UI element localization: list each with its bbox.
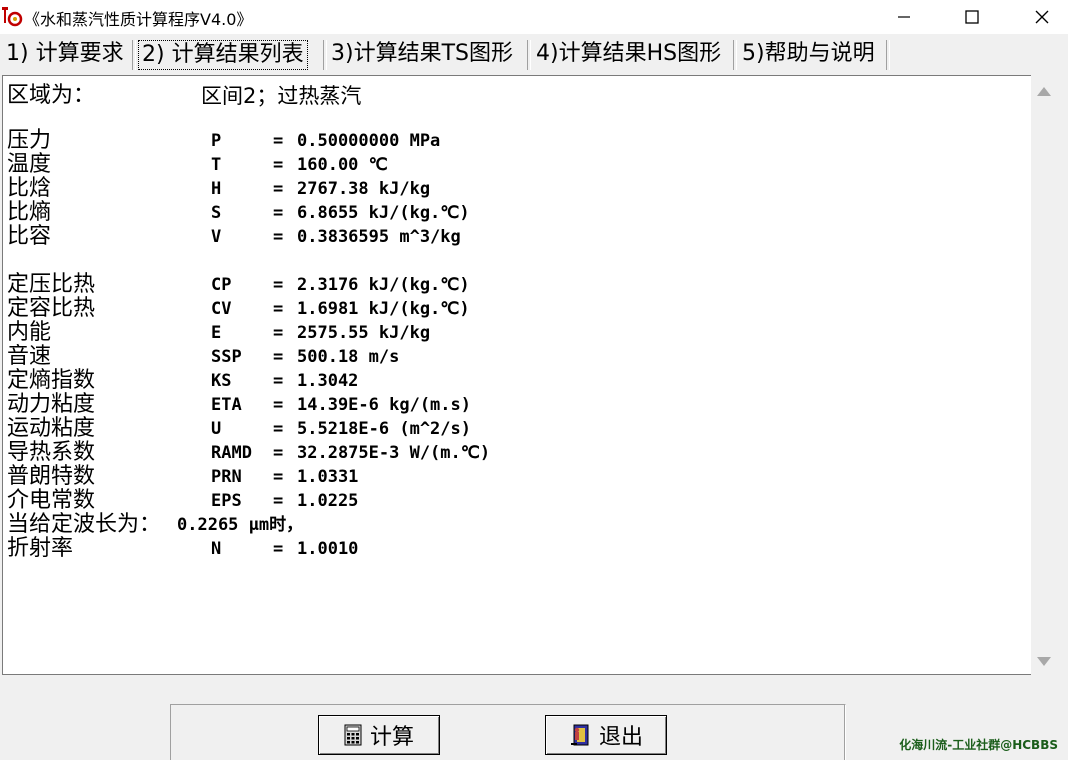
- row-equals: =: [273, 131, 284, 151]
- row-value: 160.00 ℃: [297, 155, 388, 175]
- row-value: 2.3176 kJ/(kg.℃): [297, 275, 470, 295]
- scroll-up-icon[interactable]: [1037, 87, 1051, 96]
- window-title: 《水和蒸汽性质计算程序V4.0》: [24, 10, 253, 29]
- row-equals: =: [273, 155, 284, 175]
- row-symbol: P: [211, 131, 222, 151]
- row-value: 1.6981 kJ/(kg.℃): [297, 299, 470, 319]
- calculate-button[interactable]: 计算: [318, 715, 440, 755]
- row-label: 定压比热: [7, 272, 96, 297]
- exit-button-label: 退出: [598, 725, 643, 750]
- app-logo-icon: [2, 7, 23, 27]
- row-symbol: ETA: [211, 395, 242, 415]
- row-equals: =: [273, 347, 284, 367]
- row-value: 1.3042: [297, 371, 359, 391]
- tab-strip: 1) 计算要求 2) 计算结果列表 3)计算结果TS图形 4)计算结果HS图形 …: [0, 38, 1068, 72]
- close-icon: [1035, 10, 1049, 24]
- row-equals: =: [273, 323, 284, 343]
- row-symbol: V: [211, 227, 222, 247]
- tab-separator: [733, 40, 737, 70]
- row-equals: =: [273, 275, 284, 295]
- row-label: 音速: [7, 344, 52, 369]
- row-equals: =: [273, 467, 284, 487]
- minimize-icon: [898, 16, 910, 18]
- tab-separator: [527, 40, 531, 70]
- row-label: 定容比热: [7, 296, 96, 321]
- row-value: 1.0225: [297, 491, 359, 511]
- row-label: 定熵指数: [7, 368, 96, 393]
- row-equals: =: [273, 443, 284, 463]
- row-value: 2575.55 kJ/kg: [297, 323, 431, 343]
- row-value: 2767.38 kJ/kg: [297, 179, 431, 199]
- row-symbol: U: [211, 419, 222, 439]
- row-value: 5.5218E-6 (m^2/s): [297, 419, 471, 439]
- minimize-button[interactable]: [878, 0, 930, 34]
- row-equals: =: [273, 299, 284, 319]
- row-symbol: PRN: [211, 467, 242, 487]
- tab-help[interactable]: 5)帮助与说明: [738, 38, 879, 70]
- row-symbol: S: [211, 203, 222, 223]
- tab-result-list[interactable]: 2) 计算结果列表: [138, 40, 308, 70]
- row-label: 普朗特数: [7, 464, 96, 489]
- wavelength-value: 0.2265 μm时，: [177, 515, 304, 535]
- scroll-down-icon[interactable]: [1037, 657, 1051, 666]
- row-equals: =: [273, 371, 284, 391]
- close-button[interactable]: [1016, 0, 1068, 34]
- calculator-icon: [344, 724, 362, 746]
- row-symbol: EPS: [211, 491, 242, 511]
- tab-separator: [886, 40, 890, 70]
- row-value: 1.0010: [297, 539, 359, 559]
- row-label: 运动粘度: [7, 416, 96, 441]
- row-label: 动力粘度: [7, 392, 96, 417]
- row-value: 1.0331: [297, 467, 359, 487]
- row-equals: =: [273, 395, 284, 415]
- row-value: 0.3836595 m^3/kg: [297, 227, 461, 247]
- row-symbol: RAMD: [211, 443, 252, 463]
- results-text-area[interactable]: 区域为： 区间2；过热蒸汽 压力 P = 0.50000000 MPa 温度 T…: [2, 75, 1032, 675]
- tab-separator: [132, 40, 136, 70]
- row-label: 温度: [7, 152, 52, 177]
- row-label: 比容: [7, 224, 52, 249]
- button-frame: [170, 704, 846, 760]
- row-symbol: SSP: [211, 347, 242, 367]
- tab-ts-chart[interactable]: 3)计算结果TS图形: [327, 38, 517, 70]
- row-symbol: H: [211, 179, 222, 199]
- row-label: 比焓: [7, 176, 52, 201]
- tab-hs-chart[interactable]: 4)计算结果HS图形: [532, 38, 725, 70]
- row-value: 14.39E-6 kg/(m.s): [297, 395, 471, 415]
- row-label: 导热系数: [7, 440, 96, 465]
- row-value: 6.8655 kJ/(kg.℃): [297, 203, 470, 223]
- row-symbol: KS: [211, 371, 232, 391]
- row-value: 32.2875E-3 W/(m.℃): [297, 443, 491, 463]
- row-equals: =: [273, 227, 284, 247]
- row-label: 介电常数: [7, 488, 96, 513]
- row-value: 500.18 m/s: [297, 347, 400, 367]
- row-symbol: CV: [211, 299, 232, 319]
- row-value: 0.50000000 MPa: [297, 131, 441, 151]
- wavelength-label: 当给定波长为：: [7, 512, 162, 537]
- exit-button[interactable]: 退出: [545, 715, 667, 755]
- row-equals: =: [273, 491, 284, 511]
- maximize-icon: [965, 10, 979, 24]
- row-equals: =: [273, 419, 284, 439]
- title-bar: 《水和蒸汽性质计算程序V4.0》: [0, 0, 1068, 34]
- row-equals: =: [273, 179, 284, 199]
- row-label: 折射率: [7, 536, 74, 561]
- row-symbol: T: [211, 155, 222, 175]
- row-equals: =: [273, 203, 284, 223]
- watermark: 化海川流-工业社群@HCBBS: [899, 738, 1058, 752]
- exit-door-icon: [570, 724, 589, 746]
- row-label: 压力: [7, 128, 52, 153]
- row-label: 比熵: [7, 200, 52, 225]
- region-label: 区域为：: [7, 83, 96, 108]
- region-value: 区间2；过热蒸汽: [201, 84, 362, 108]
- tab-calc-requirements[interactable]: 1) 计算要求: [2, 38, 128, 70]
- row-symbol: E: [211, 323, 222, 343]
- maximize-button[interactable]: [946, 0, 998, 34]
- row-symbol: N: [211, 539, 222, 559]
- calculate-button-label: 计算: [369, 725, 414, 750]
- vertical-scrollbar[interactable]: [1031, 75, 1057, 675]
- row-symbol: CP: [211, 275, 232, 295]
- row-label: 内能: [7, 320, 52, 345]
- row-equals: =: [273, 539, 284, 559]
